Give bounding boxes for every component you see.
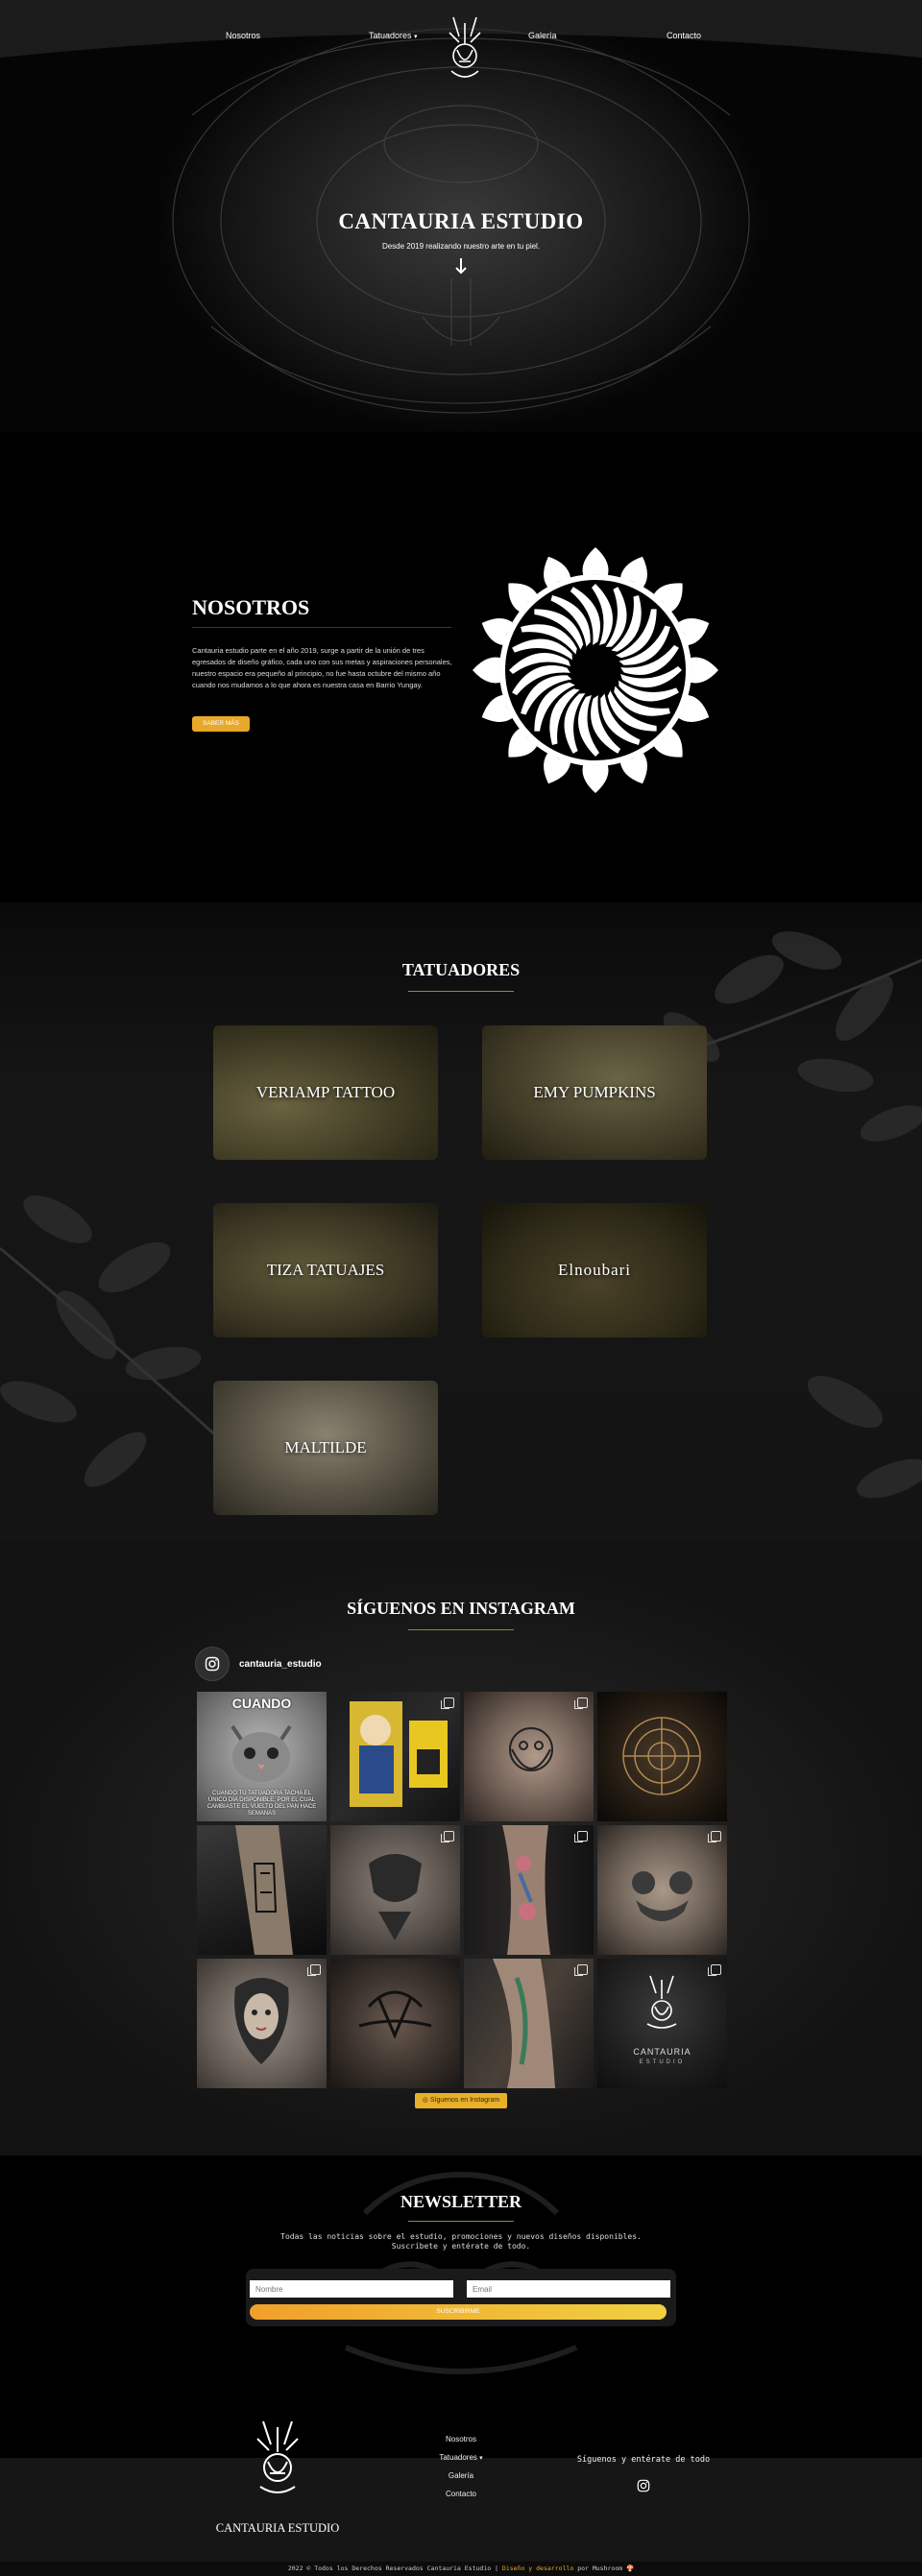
footer: CANTAURIA ESTUDIO Nosotros Tatuadores ▾ … — [0, 2410, 922, 2576]
multi-image-icon — [307, 1964, 321, 1976]
footer-nav-tatuadores[interactable]: Tatuadores ▾ — [413, 2453, 509, 2462]
hero-subtitle: Desde 2019 realizando nuestro arte en tu… — [381, 242, 541, 251]
leaves-background — [0, 931, 922, 1499]
instagram-post[interactable]: CANTAURIA ESTUDIO — [597, 1959, 727, 2088]
tattoo-photo — [369, 1854, 422, 1940]
tattoo-photo — [632, 1871, 692, 1921]
instagram-icon: ◎ — [422, 2097, 428, 2104]
tattoo-photo — [622, 1717, 701, 1795]
nosotros-text: Cantauria estudio parte en el año 2019, … — [192, 646, 452, 689]
spider-logo-icon — [646, 1975, 677, 2029]
name-field[interactable] — [250, 2280, 453, 2298]
instagram-post[interactable] — [597, 1692, 727, 1821]
footer-follow-text: Síguenos y entérate de todo — [576, 2455, 711, 2465]
nosotros-divider — [192, 627, 451, 628]
mandala-illustration — [473, 547, 718, 793]
instagram-post[interactable] — [330, 1692, 460, 1821]
instagram-post[interactable] — [464, 1825, 594, 1955]
nosotros-title: NOSOTROS — [192, 595, 310, 619]
logo-tile-text: CANTAURIA — [633, 2047, 692, 2057]
tatuadores-divider — [408, 991, 514, 992]
instagram-post[interactable] — [597, 1825, 727, 1955]
artist-name: VERIAMP TATTOO — [255, 1083, 396, 1101]
instagram-post[interactable] — [330, 1959, 460, 2088]
artist-name: MALTILDE — [284, 1438, 367, 1457]
developer-credit: por Mushroom 🍄 — [577, 2564, 635, 2572]
multi-image-icon — [574, 1697, 588, 1709]
saber-mas-button[interactable]: SABER MÁS — [192, 716, 250, 732]
instagram-icon — [195, 1647, 230, 1681]
instagram-divider — [408, 1629, 514, 1630]
logo-tile-sub: ESTUDIO — [639, 2059, 686, 2065]
follow-instagram-button[interactable]: ◎ Síguenos en Instagram — [415, 2093, 507, 2108]
footer-brand: CANTAURIA ESTUDIO — [215, 2521, 340, 2535]
follow-instagram-label: Síguenos en Instagram — [429, 2097, 500, 2104]
multi-image-icon — [708, 1964, 721, 1976]
caret-down-icon: ▾ — [479, 2455, 483, 2462]
instagram-profile[interactable]: cantauria_estudio — [195, 1647, 322, 1681]
instagram-section: SÍGUENOS EN INSTAGRAM cantauria_estudio … — [0, 1541, 922, 2155]
multi-image-icon — [708, 1831, 721, 1842]
nosotros-section: NOSOTROS Cantauria estudio parte en el a… — [0, 432, 922, 903]
artist-card-tiza[interactable]: TIZA TATUAJES — [213, 1203, 438, 1337]
instagram-title: SÍGUENOS EN INSTAGRAM — [347, 1599, 575, 1618]
newsletter-text: Todas las noticias sobre el estudio, pro… — [280, 2232, 642, 2251]
instagram-username: cantauria_estudio — [239, 1658, 322, 1670]
multi-image-icon — [574, 1831, 588, 1842]
multi-image-icon — [441, 1697, 454, 1709]
spider-logo-icon[interactable] — [444, 15, 486, 83]
nav-galeria[interactable]: Galería — [528, 31, 557, 40]
artist-name: TIZA TATUAJES — [266, 1261, 385, 1279]
design-credit-link[interactable]: Diseño y desarrollo — [502, 2564, 573, 2572]
tattoo-photo — [358, 1990, 432, 2039]
artist-card-emy-pumpkins[interactable]: EMY PUMPKINS — [482, 1025, 707, 1160]
caret-down-icon: ▾ — [414, 34, 418, 40]
tattoo-photo — [235, 1825, 293, 1955]
tattoo-photo — [493, 1959, 555, 2088]
copyright-text: 2022 © Todos los Derechos Reservados Can… — [287, 2564, 498, 2572]
meme-bottom-text: CUANDO TU TATUADORA TACHA EL ÚNICO DÍA D… — [206, 1791, 317, 1817]
footer-nav-nosotros[interactable]: Nosotros — [413, 2435, 509, 2444]
copyright-bar: 2022 © Todos los Derechos Reservados Can… — [0, 2562, 922, 2576]
tattoo-photo — [502, 1825, 550, 1955]
nav-tatuadores-label: Tatuadores — [369, 31, 412, 40]
nav-tatuadores[interactable]: Tatuadores ▾ — [369, 31, 418, 40]
newsletter-divider — [408, 2221, 514, 2222]
artist-card-veriamp[interactable]: VERIAMP TATTOO — [213, 1025, 438, 1160]
artist-name: EMY PUMPKINS — [533, 1083, 656, 1101]
artist-name: Elnoubari — [557, 1261, 632, 1279]
footer-nav-contacto[interactable]: Contacto — [413, 2490, 509, 2498]
tattoo-photo — [234, 1978, 289, 2064]
instagram-post[interactable] — [464, 1692, 594, 1821]
hero-title: CANTAURIA ESTUDIO — [338, 209, 584, 233]
flash-sale-poster — [350, 1701, 448, 1807]
email-field[interactable] — [467, 2280, 670, 2298]
arrow-down-icon[interactable] — [454, 257, 468, 275]
instagram-post[interactable] — [197, 1825, 327, 1955]
artist-card-maltilde[interactable]: MALTILDE — [213, 1381, 438, 1515]
newsletter-title: NEWSLETTER — [400, 2192, 522, 2211]
nav-nosotros[interactable]: Nosotros — [226, 31, 260, 40]
newsletter-section: NEWSLETTER Todas las noticias sobre el e… — [0, 2155, 922, 2410]
instagram-post[interactable]: CUANDO CUANDO TU TATUADORA TACHA EL ÚNIC… — [197, 1692, 327, 1821]
multi-image-icon — [441, 1831, 454, 1842]
artist-card-elnoubari[interactable]: Elnoubari — [482, 1203, 707, 1337]
tatuadores-section: TATUADORES VERIAMP TATTOO EMY PUMPKINS T… — [0, 903, 922, 1541]
multi-image-icon — [574, 1964, 588, 1976]
nav-contacto[interactable]: Contacto — [667, 31, 701, 40]
instagram-post[interactable] — [330, 1825, 460, 1955]
footer-nav-galeria[interactable]: Galería — [413, 2471, 509, 2480]
top-navigation: Nosotros Tatuadores ▾ Galería Contacto — [0, 0, 922, 78]
footer-nav-tatuadores-label: Tatuadores — [439, 2453, 477, 2462]
instagram-icon[interactable] — [637, 2479, 650, 2492]
spider-logo-icon[interactable] — [252, 2420, 303, 2498]
instagram-post[interactable] — [197, 1959, 327, 2088]
cat-icon — [230, 1724, 292, 1782]
meme-top-text: CUANDO — [231, 1696, 292, 1711]
subscribe-button[interactable]: SUSCRIBIRME — [250, 2304, 667, 2320]
tattoo-photo — [509, 1727, 553, 1771]
tatuadores-title: TATUADORES — [401, 960, 521, 979]
instagram-post[interactable] — [464, 1959, 594, 2088]
